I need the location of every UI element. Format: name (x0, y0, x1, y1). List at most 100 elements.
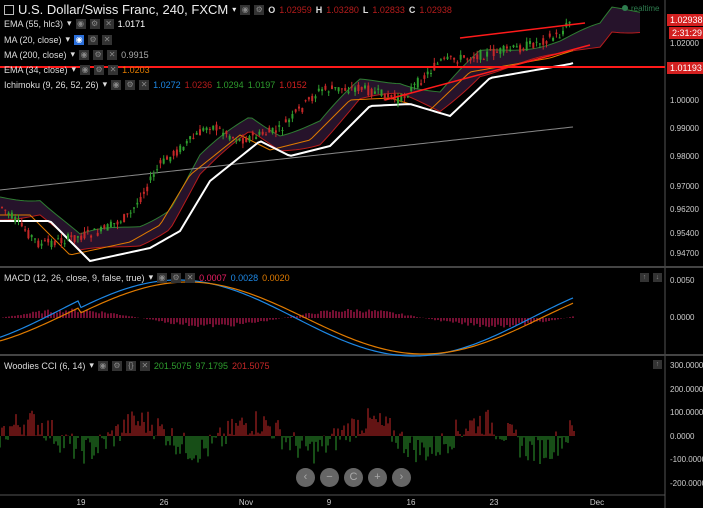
zoom-in-button[interactable]: + (368, 468, 387, 487)
candle-body (410, 87, 413, 92)
candle-body (159, 160, 162, 164)
gear-icon[interactable]: ⚙ (89, 18, 100, 29)
pane-up-icon[interactable]: ↑ (653, 360, 662, 369)
ichimoku-legend[interactable]: Ichimoku (9, 26, 52, 26) ▾ ◉ ⚙ ✕ 1.0272 1.023… (4, 79, 307, 90)
cci-axis-label: -200.0000 (670, 478, 703, 488)
candle-body (509, 49, 512, 51)
eye-icon[interactable]: ◉ (80, 64, 91, 75)
candle-body (40, 243, 43, 246)
braces-icon[interactable]: {} (125, 360, 136, 371)
eye-icon[interactable]: ◉ (79, 49, 90, 60)
candle-body (482, 59, 485, 61)
close-icon[interactable]: ✕ (107, 49, 118, 60)
candle-body (360, 86, 363, 90)
price-axis-label: 0.98000 (670, 152, 699, 161)
close-icon[interactable]: ✕ (185, 272, 196, 283)
candle-body (57, 238, 60, 240)
candle-body (416, 78, 419, 88)
pane-down-icon[interactable]: ↓ (653, 273, 662, 282)
candle-body (182, 146, 185, 151)
time-axis-label: 19 (76, 498, 86, 507)
candle-body (370, 88, 373, 96)
scroll-right-button[interactable]: › (392, 468, 411, 487)
zoom-out-button[interactable]: − (320, 468, 339, 487)
eye-icon[interactable]: ◉ (74, 34, 85, 45)
pane-up-icon[interactable]: ↑ (640, 273, 649, 282)
eye-icon[interactable]: ◉ (240, 4, 251, 15)
close-icon[interactable]: ✕ (139, 360, 150, 371)
high-value: 1.03280 (326, 4, 359, 15)
candle-body (113, 223, 116, 225)
ma-20-legend[interactable]: MA (20, close) ▾ ◉ ⚙ ✕ (4, 34, 113, 45)
eye-icon[interactable]: ◉ (111, 79, 122, 90)
candle-body (63, 243, 66, 245)
macd-legend[interactable]: MACD (12, 26, close, 9, false, true) ▾ ◉ ⚙… (4, 272, 290, 283)
chart-title[interactable]: U.S. Dollar/Swiss Franc, 240, FXCM ▾ ◉ ⚙ O… (4, 2, 452, 17)
candle-body (218, 127, 221, 129)
reset-button[interactable]: C (344, 468, 363, 487)
candle-body (142, 191, 145, 194)
candle-body (109, 221, 112, 228)
gear-icon[interactable]: ⚙ (88, 34, 99, 45)
candle-body (258, 131, 261, 135)
horizontal-line-tag: 1.01193 (667, 62, 703, 74)
candle-body (413, 83, 416, 86)
candle-body (499, 48, 502, 54)
gear-icon[interactable]: ⚙ (171, 272, 182, 283)
candle-body (212, 125, 215, 130)
eye-icon[interactable]: ◉ (97, 360, 108, 371)
candle-body (568, 21, 571, 24)
candle-body (47, 238, 50, 243)
candle-body (367, 85, 370, 96)
candle-body (70, 235, 73, 238)
candle-body (172, 150, 175, 156)
gear-icon[interactable]: ⚙ (111, 360, 122, 371)
candle-body (96, 232, 99, 236)
close-icon[interactable]: ✕ (103, 18, 114, 29)
open-value: 1.02959 (279, 4, 312, 15)
candle-body (456, 62, 459, 64)
scroll-left-button[interactable]: ‹ (296, 468, 315, 487)
close-icon[interactable]: ✕ (102, 34, 113, 45)
candle-body (67, 234, 69, 240)
candle-body (347, 91, 350, 94)
gear-icon[interactable]: ⚙ (254, 4, 265, 15)
candle-body (390, 94, 393, 98)
candle-body (90, 235, 93, 238)
ma-200-legend[interactable]: MA (200, close) ▾ ◉ ⚙ ✕ 0.9915 (4, 49, 149, 60)
candle-body (179, 145, 182, 153)
navigation-controls: ‹ − C + › (296, 468, 411, 487)
candle-body (459, 54, 462, 60)
close-icon[interactable]: ✕ (139, 79, 150, 90)
candle-body (162, 158, 165, 164)
candle-body (261, 131, 264, 135)
gear-icon[interactable]: ⚙ (94, 64, 105, 75)
ema-34-legend[interactable]: EMA (34, close) ▾ ◉ ⚙ ✕ 1.0203 (4, 64, 150, 75)
candle-body (119, 221, 122, 223)
candle-body (133, 207, 135, 209)
candle-body (301, 107, 304, 113)
candle-body (103, 225, 106, 229)
macd-signal-line (0, 281, 574, 355)
candle-body (535, 41, 538, 43)
candle-body (373, 91, 376, 94)
collapse-icon[interactable] (4, 4, 14, 15)
candle-body (486, 51, 489, 57)
candle-body (496, 51, 498, 53)
candle-body (288, 119, 291, 123)
candle-body (426, 71, 429, 75)
eye-icon[interactable]: ◉ (75, 18, 86, 29)
candle-body (80, 235, 83, 240)
candle-body (245, 137, 248, 143)
candle-body (281, 130, 284, 132)
gear-icon[interactable]: ⚙ (125, 79, 136, 90)
cci-legend[interactable]: Woodies CCI (6, 14) ▾ ◉ ⚙{} ✕ 201.5075 97.1… (4, 360, 270, 371)
candle-body (436, 63, 439, 65)
close-icon[interactable]: ✕ (108, 64, 119, 75)
chart-canvas[interactable] (0, 0, 703, 508)
eye-icon[interactable]: ◉ (157, 272, 168, 283)
price-axis-label: 0.97000 (670, 182, 699, 191)
gear-icon[interactable]: ⚙ (93, 49, 104, 60)
candle-body (449, 55, 452, 57)
ema-55-legend[interactable]: EMA (55, hlc3) ▾ ◉ ⚙ ✕ 1.0171 (4, 18, 145, 29)
